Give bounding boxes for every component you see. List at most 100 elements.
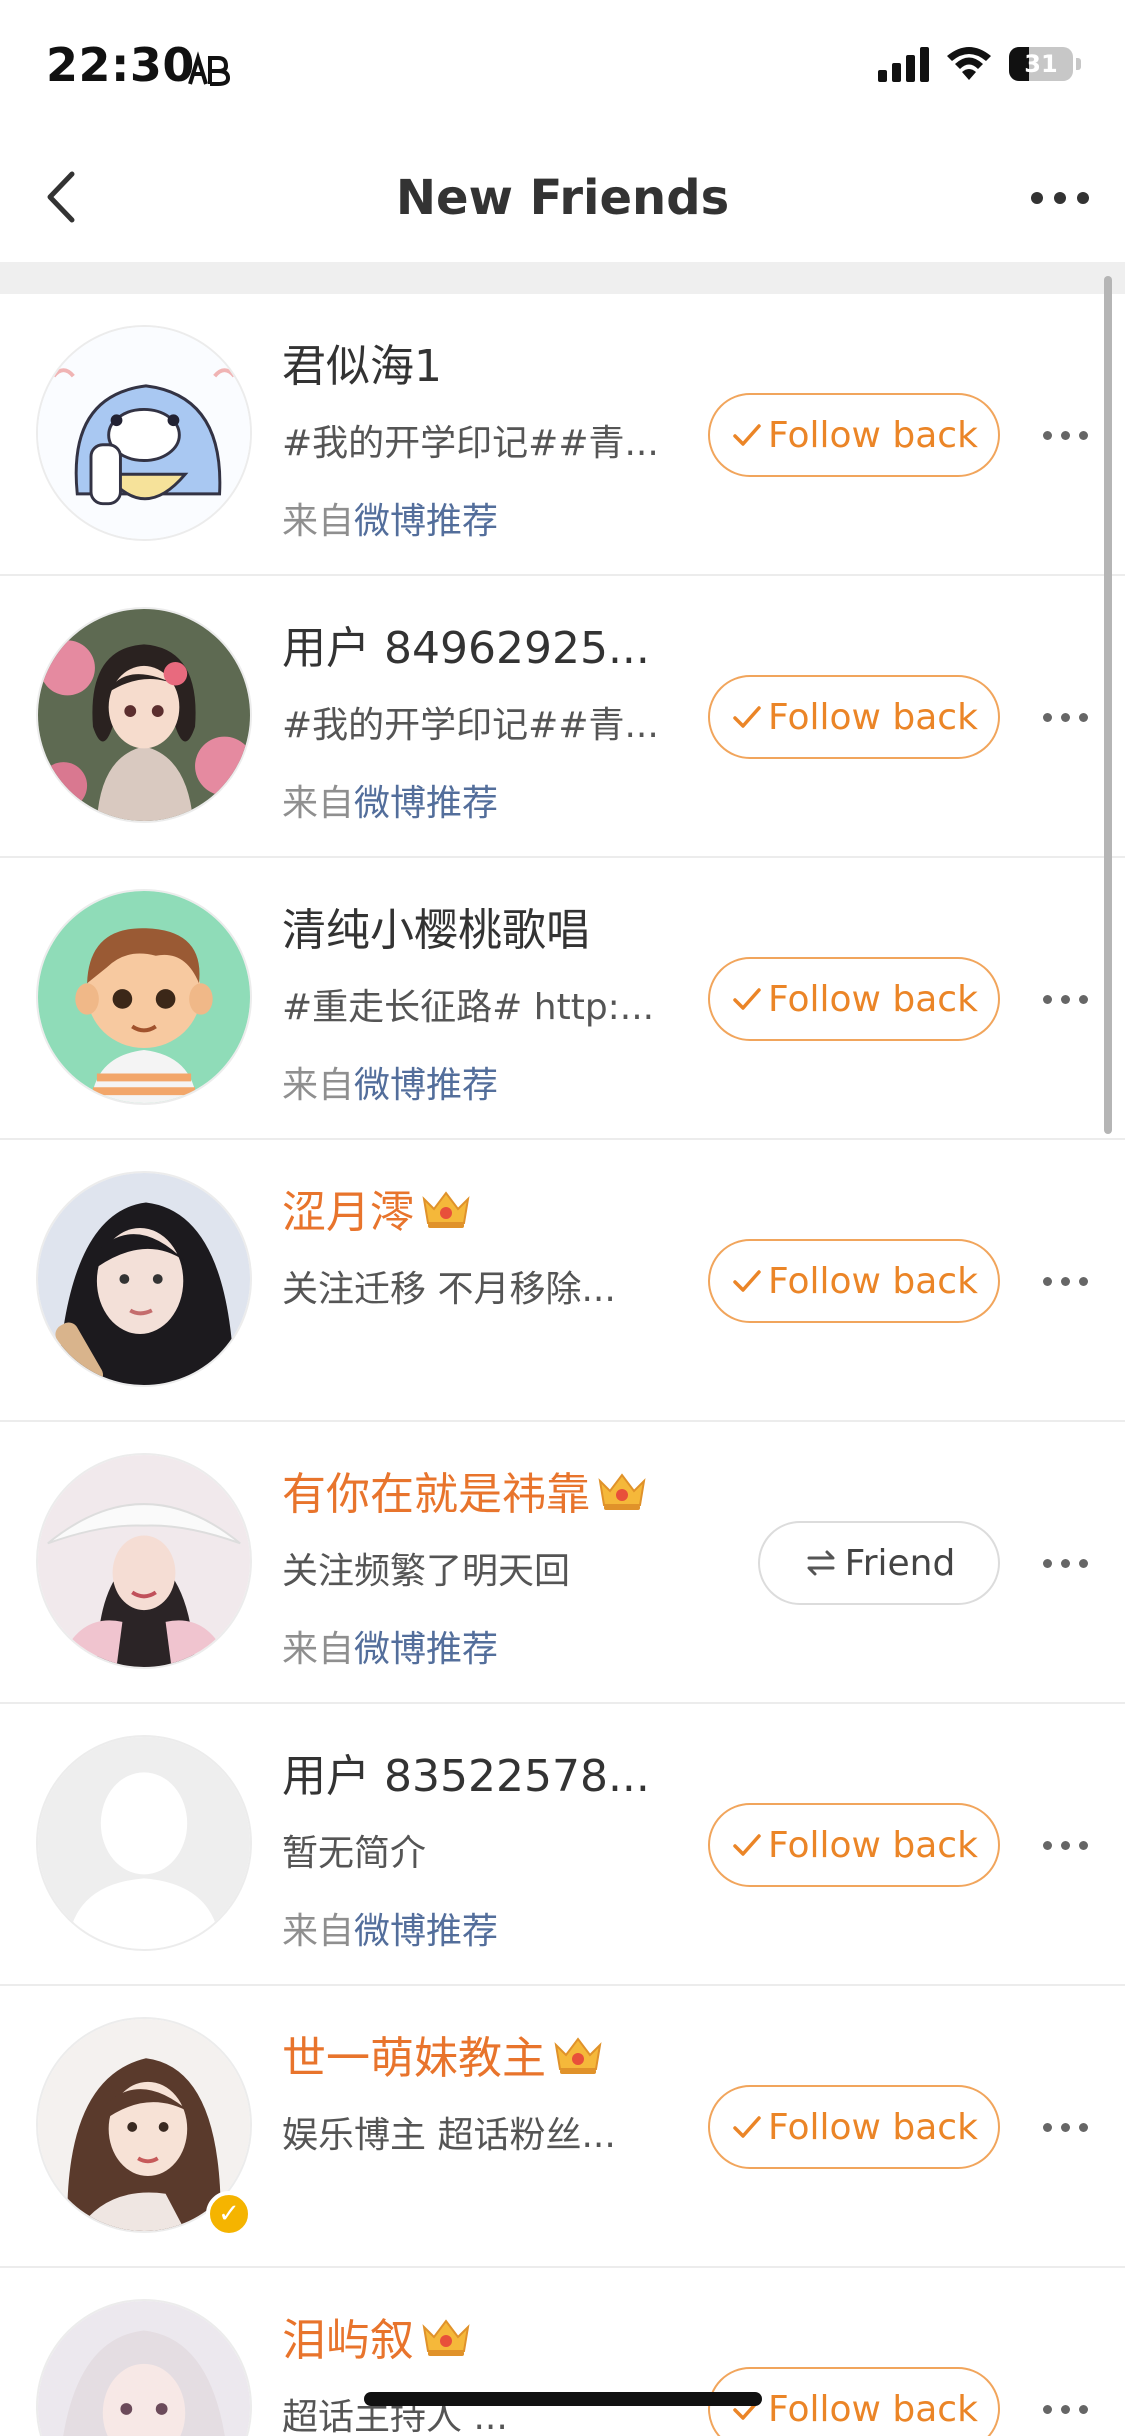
default-person-avatar-image: [38, 1737, 250, 1949]
list-item[interactable]: 涩月澪 关注迁移 不月移除... Follow back: [0, 1140, 1125, 1422]
vip-crown-icon: [554, 2037, 602, 2074]
user-bio: 娱乐博主 超话粉丝...: [282, 2115, 616, 2156]
source-prefix: 来自: [282, 501, 355, 542]
follow-back-label: Follow back: [768, 1824, 978, 1866]
name-line: 涩月澪: [282, 1176, 474, 1240]
recommend-source: 来自微博推荐: [282, 1620, 498, 1672]
source-link[interactable]: 微博推荐: [354, 1911, 498, 1952]
recommend-source: 来自微博推荐: [282, 774, 498, 826]
avatar[interactable]: [36, 325, 252, 541]
accessibility-status-icon: [188, 51, 231, 86]
avatar[interactable]: [36, 1171, 252, 1387]
name-line: 泪屿叙: [282, 2304, 474, 2368]
more-horizontal-icon[interactable]: [1015, 168, 1105, 228]
name-line: 世一萌妹教主: [282, 2022, 606, 2086]
new-friends-list: 君似海1 #我的开学印记##青... 来自微博推荐 Follow back 用户…: [0, 294, 1125, 2436]
row-more-icon[interactable]: [1025, 2379, 1105, 2436]
follow-back-label: Follow back: [768, 696, 978, 738]
avatar[interactable]: [36, 1735, 252, 1951]
recommend-source: 来自微博推荐: [282, 492, 498, 544]
checkmark-icon: [733, 1834, 761, 1856]
list-item[interactable]: 君似海1 #我的开学印记##青... 来自微博推荐 Follow back: [0, 294, 1125, 576]
cartoon-boy-avatar-image: [38, 891, 250, 1103]
row-more-icon[interactable]: [1025, 1533, 1105, 1593]
avatar[interactable]: [36, 889, 252, 1105]
user-bio: #我的开学印记##青...: [282, 423, 659, 464]
follow-back-button[interactable]: Follow back: [708, 2085, 1000, 2169]
wifi-icon: [947, 47, 991, 80]
navigation-bar: New Friends: [0, 132, 1125, 262]
follow-back-label: Follow back: [768, 1260, 978, 1302]
checkmark-icon: [733, 2116, 761, 2138]
photo-girl-avatar-image: [38, 1173, 250, 1385]
follow-back-label: Follow back: [768, 2106, 978, 2148]
battery-level-text: 31: [1024, 50, 1058, 78]
row-more-icon[interactable]: [1025, 2097, 1105, 2157]
user-name[interactable]: 君似海1: [282, 330, 442, 394]
row-more-icon[interactable]: [1025, 969, 1105, 1029]
status-bar: 22:30 31: [0, 0, 1125, 132]
list-item[interactable]: ✓ 世一萌妹教主 娱乐博主 超话粉丝... Follow back: [0, 1986, 1125, 2268]
vip-crown-icon: [422, 1191, 470, 1228]
user-name[interactable]: 有你在就是祎靠: [282, 1458, 590, 1522]
friend-status-label: Friend: [844, 1542, 956, 1584]
follow-back-label: Follow back: [768, 2388, 978, 2430]
user-name[interactable]: 用户 83522578...: [282, 1740, 650, 1804]
follow-back-button[interactable]: Follow back: [708, 1239, 1000, 1323]
source-link[interactable]: 微博推荐: [354, 783, 498, 824]
follow-back-button[interactable]: Follow back: [708, 675, 1000, 759]
anime-girl-avatar-image: [38, 609, 250, 821]
row-more-icon[interactable]: [1025, 687, 1105, 747]
name-line: 用户 84962925...: [282, 612, 650, 676]
list-item[interactable]: 有你在就是祎靠 关注频繁了明天回 来自微博推荐 Friend: [0, 1422, 1125, 1704]
user-bio: #我的开学印记##青...: [282, 705, 659, 746]
user-name[interactable]: 用户 84962925...: [282, 612, 650, 676]
row-more-icon[interactable]: [1025, 405, 1105, 465]
vip-crown-icon: [598, 1473, 646, 1510]
follow-back-button[interactable]: Follow back: [708, 1803, 1000, 1887]
source-link[interactable]: 微博推荐: [354, 1065, 498, 1106]
source-link[interactable]: 微博推荐: [354, 501, 498, 542]
user-name[interactable]: 清纯小樱桃歌唱: [282, 894, 590, 958]
vip-crown-icon: [422, 2319, 470, 2356]
avatar[interactable]: [36, 607, 252, 823]
avatar[interactable]: [36, 1453, 252, 1669]
follow-back-button[interactable]: Follow back: [708, 393, 1000, 477]
list-item[interactable]: 用户 83522578... 暂无简介 来自微博推荐 Follow back: [0, 1704, 1125, 1986]
avatar[interactable]: [36, 2299, 252, 2436]
name-line: 有你在就是祎靠: [282, 1458, 650, 1522]
user-name[interactable]: 泪屿叙: [282, 2304, 414, 2368]
page-title: New Friends: [395, 170, 730, 226]
user-bio: 暂无简介: [282, 1833, 427, 1874]
status-indicators: 31: [878, 46, 1081, 82]
recommend-source: 来自微博推荐: [282, 1056, 498, 1108]
section-divider: [0, 262, 1125, 294]
follow-back-label: Follow back: [768, 978, 978, 1020]
friend-status-button[interactable]: Friend: [758, 1521, 1000, 1605]
home-indicator[interactable]: [364, 2392, 762, 2406]
photo-girl-hat-avatar-image: [38, 1455, 250, 1667]
list-item[interactable]: 泪屿叙 超话主持人 ... Follow back: [0, 2268, 1125, 2436]
battery-icon: 31: [1009, 47, 1073, 81]
user-name[interactable]: 涩月澪: [282, 1176, 414, 1240]
photo-girl-light-hair-avatar-image: [38, 2301, 250, 2436]
user-name[interactable]: 世一萌妹教主: [282, 2022, 546, 2086]
source-link[interactable]: 微博推荐: [354, 1629, 498, 1670]
list-item[interactable]: 清纯小樱桃歌唱 #重走长征路# http:... 来自微博推荐 Follow b…: [0, 858, 1125, 1140]
follow-back-button[interactable]: Follow back: [708, 957, 1000, 1041]
row-more-icon[interactable]: [1025, 1251, 1105, 1311]
checkmark-icon: [733, 1270, 761, 1292]
source-prefix: 来自: [282, 783, 355, 824]
follow-back-label: Follow back: [768, 414, 978, 456]
scrollbar[interactable]: [1104, 276, 1112, 1134]
source-prefix: 来自: [282, 1911, 355, 1952]
cartoon-dolphin-avatar-image: [38, 327, 250, 539]
status-time: 22:30: [46, 38, 195, 92]
mutual-arrows-icon: [807, 1550, 835, 1576]
source-prefix: 来自: [282, 1629, 355, 1670]
battery-cap: [1076, 58, 1081, 70]
row-more-icon[interactable]: [1025, 1815, 1105, 1875]
list-item[interactable]: 用户 84962925... #我的开学印记##青... 来自微博推荐 Foll…: [0, 576, 1125, 858]
user-bio: 关注迁移 不月移除...: [282, 1269, 616, 1310]
user-bio: #重走长征路# http:...: [282, 987, 655, 1028]
